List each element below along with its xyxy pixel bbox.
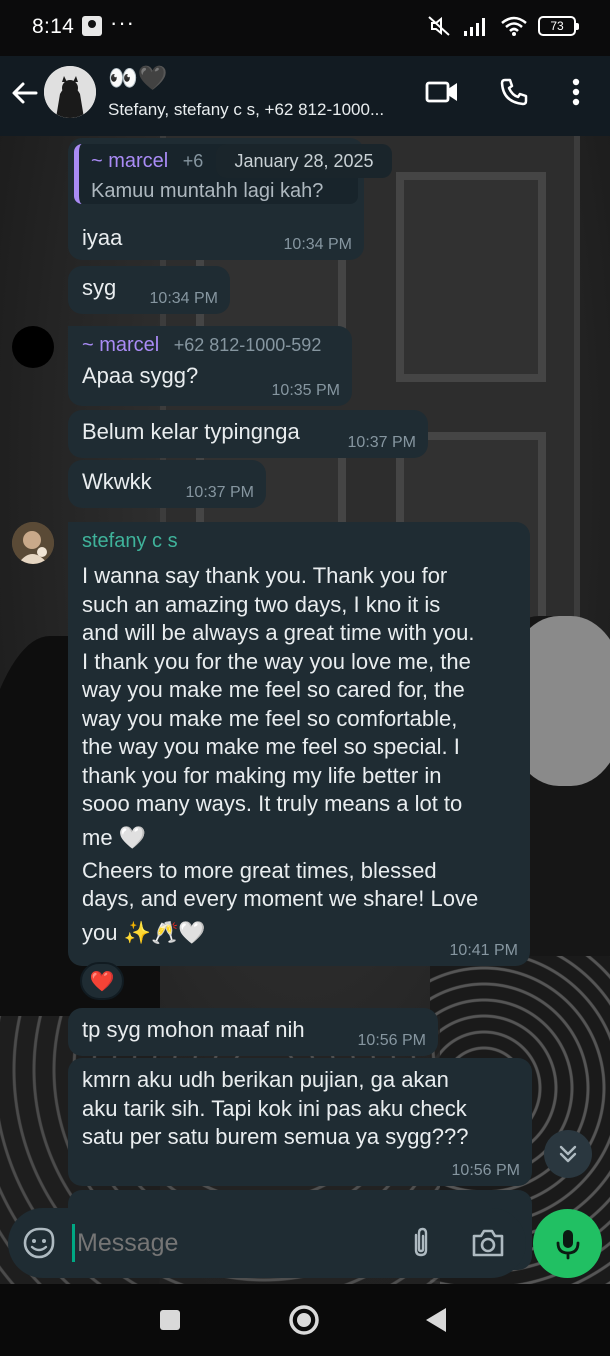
system-navigation-bar: [0, 1284, 610, 1356]
video-camera-icon: [425, 81, 457, 103]
message-input[interactable]: [72, 1224, 372, 1262]
message-text: tp syg mohon maaf nih: [82, 1017, 305, 1042]
camera-button[interactable]: [470, 1226, 506, 1260]
wifi-icon: [501, 16, 527, 36]
message-text-lines: kmrn aku udh berikan pujian, ga akan aku…: [82, 1066, 468, 1152]
message-line: days, and every moment we share! Love: [82, 886, 479, 911]
sender-avatar-stefany[interactable]: [12, 522, 54, 564]
message-line: such an amazing two days, I kno it is: [82, 591, 441, 617]
message-text: Apaa sygg?: [82, 363, 199, 388]
battery-icon: 73: [538, 16, 579, 36]
more-options-button[interactable]: [556, 72, 596, 112]
quoted-sender: ~ marcel: [91, 150, 169, 172]
message-text-lines: I wanna say thank you. Thank you for suc…: [82, 562, 478, 952]
message-line: way you make me feel so comfortable,: [82, 705, 458, 731]
message-sender[interactable]: ~ marcel: [82, 334, 159, 356]
circle-icon: [289, 1305, 319, 1335]
status-time: 8:14: [32, 15, 75, 38]
paperclip-icon: [414, 1227, 428, 1257]
attach-button[interactable]: [404, 1226, 438, 1260]
chat-title[interactable]: 👀🖤: [108, 64, 168, 93]
voice-call-button[interactable]: [494, 72, 534, 112]
quoted-phone: +6: [182, 151, 204, 171]
message-line: I wanna say thank you. Thank you for: [82, 563, 448, 588]
microphone-icon: [556, 1229, 579, 1259]
message-time: 10:56 PM: [357, 1032, 426, 1049]
message-bubble[interactable]: Belum kelar typingnga 10:37 PM: [68, 410, 428, 458]
message-text: iyaa: [82, 225, 123, 250]
message-composer: [8, 1208, 526, 1278]
recents-button[interactable]: [152, 1302, 188, 1338]
message-bubble[interactable]: ~ marcel +62 812-1000-592 Apaa sygg? 10:…: [68, 326, 352, 406]
message-time: 10:37 PM: [347, 434, 416, 451]
back-button[interactable]: [8, 76, 42, 110]
message-line: satu per satu burem semua ya sygg???: [82, 1124, 469, 1149]
quoted-text: Kamuu muntahh lagi kah?: [91, 180, 324, 202]
message-line: I thank you for the way you love me, the: [82, 648, 471, 674]
voice-message-button[interactable]: [533, 1209, 602, 1278]
phone-icon: [500, 78, 528, 106]
message-line: sooo many ways. It truly means a lot to: [82, 791, 463, 816]
chat-header: 👀🖤 Stefany, stefany c s, +62 812-1000...: [0, 56, 610, 136]
triangle-back-icon: [426, 1308, 446, 1332]
message-time: 10:35 PM: [271, 382, 340, 399]
mute-icon: [428, 16, 450, 36]
sticker-smiley-icon: [23, 1227, 55, 1259]
message-line: aku tarik sih. Tapi kok ini pas aku chec…: [82, 1095, 467, 1121]
more-vertical-icon: [572, 78, 580, 106]
camera-icon: [472, 1229, 504, 1257]
message-bubble[interactable]: syg 10:34 PM: [68, 266, 230, 314]
status-bar: 8:14 ··· 73: [0, 0, 610, 56]
video-call-button[interactable]: [422, 72, 462, 112]
date-separator: January 28, 2025: [216, 144, 392, 178]
message-bubble[interactable]: stefany c s I wanna say thank you. Thank…: [68, 522, 530, 966]
message-line: kmrn aku udh berikan pujian, ga akan: [82, 1067, 449, 1092]
message-reaction[interactable]: ❤️: [80, 962, 124, 1000]
message-line: thank you for making my life better in: [82, 762, 442, 788]
message-line: way you make me feel so cared for, the: [82, 677, 465, 702]
message-bubble[interactable]: kmrn aku udh berikan pujian, ga akan aku…: [68, 1058, 532, 1186]
message-text: Wkwkk: [82, 469, 152, 494]
home-button[interactable]: [286, 1302, 322, 1338]
message-time: 10:34 PM: [283, 236, 352, 253]
message-text: Belum kelar typingnga: [82, 419, 300, 444]
more-notifications-icon: ···: [110, 10, 135, 35]
message-line: you ✨🥂🤍: [82, 919, 206, 945]
message-sender-phone: +62 812-1000-592: [173, 335, 322, 355]
message-line: me 🤍: [82, 824, 147, 850]
notification-app-icon: [82, 16, 102, 36]
sender-avatar-marcel[interactable]: [12, 326, 54, 368]
chat-area[interactable]: ~ marcel +6 Kamuu muntahh lagi kah? iyaa…: [0, 136, 610, 1284]
message-time: 10:41 PM: [449, 942, 518, 959]
chevrons-down-icon: [559, 1145, 577, 1163]
back-nav-button[interactable]: [418, 1302, 454, 1338]
scroll-to-bottom-button[interactable]: [544, 1130, 592, 1178]
message-line: the way you make me feel so special. I: [82, 734, 460, 759]
message-text: syg: [82, 275, 117, 300]
emoji-button[interactable]: [22, 1226, 56, 1260]
group-avatar[interactable]: [44, 66, 96, 118]
message-sender[interactable]: stefany c s: [82, 530, 178, 553]
message-time: 10:37 PM: [185, 484, 254, 501]
message-line: and will be always a great time with you…: [82, 620, 475, 645]
message-bubble[interactable]: tp syg mohon maaf nih 10:56 PM: [68, 1008, 438, 1056]
message-time: 10:56 PM: [451, 1162, 520, 1179]
signal-icon: [464, 18, 485, 36]
message-bubble[interactable]: Wkwkk 10:37 PM: [68, 460, 266, 508]
square-icon: [160, 1310, 180, 1330]
message-time: 10:34 PM: [149, 290, 218, 307]
arrow-left-icon: [12, 82, 38, 104]
chat-participants[interactable]: Stefany, stefany c s, +62 812-1000...: [108, 100, 408, 120]
message-line: Cheers to more great times, blessed: [82, 857, 437, 883]
